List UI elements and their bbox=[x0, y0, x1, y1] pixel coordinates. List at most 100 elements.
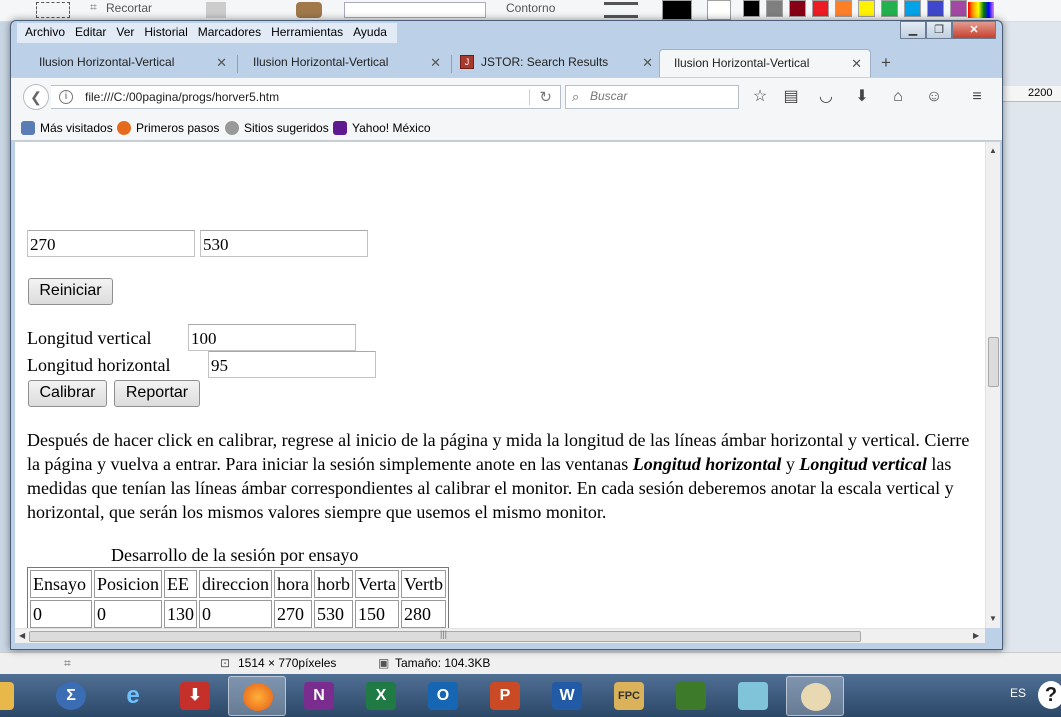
scroll-right-icon[interactable]: ▶ bbox=[973, 631, 979, 640]
downloads-icon[interactable]: ⬇ bbox=[851, 86, 873, 108]
menu-archivo[interactable]: Archivo bbox=[21, 24, 71, 42]
edit-colors-icon[interactable] bbox=[968, 2, 994, 18]
shapes-gallery-icon[interactable] bbox=[344, 2, 486, 18]
taskbar-firefox[interactable] bbox=[228, 676, 286, 716]
globe-icon bbox=[225, 121, 239, 135]
color-1-swatch[interactable] bbox=[662, 0, 692, 20]
tab-3[interactable]: J JSTOR: Search Results ✕ bbox=[451, 49, 661, 77]
taskbar-word[interactable]: W bbox=[538, 676, 596, 716]
calibrate-button[interactable]: Calibrar bbox=[28, 380, 107, 407]
taskbar-powerpoint[interactable]: P bbox=[476, 676, 534, 716]
report-button[interactable]: Reportar bbox=[114, 380, 200, 407]
palette-color-swatch[interactable] bbox=[743, 0, 760, 17]
bookmark-star-icon[interactable]: ☆ bbox=[749, 86, 771, 108]
color-2-swatch[interactable] bbox=[707, 0, 731, 20]
taskbar-downloader[interactable]: ⬇ bbox=[166, 676, 224, 716]
taskbar-fpc[interactable]: FPC bbox=[600, 676, 658, 716]
table-cell: 0 bbox=[30, 600, 92, 628]
reload-icon[interactable]: ↻ bbox=[539, 88, 552, 106]
palette-color-swatch[interactable] bbox=[950, 0, 967, 17]
taskbar-explorer[interactable] bbox=[0, 676, 28, 716]
palette-color-swatch[interactable] bbox=[789, 0, 806, 17]
taskbar-onenote[interactable]: N bbox=[290, 676, 348, 716]
palette-color-swatch[interactable] bbox=[835, 0, 852, 17]
taskbar-outlook[interactable]: O bbox=[414, 676, 472, 716]
coord-y-input[interactable] bbox=[200, 230, 368, 257]
back-arrow-icon[interactable]: ❮ bbox=[23, 84, 49, 110]
minimize-button[interactable]: ▁ bbox=[900, 21, 926, 39]
taskbar-app-notes[interactable] bbox=[724, 676, 782, 716]
vertical-scrollbar[interactable]: ▲ ▼ bbox=[985, 142, 1000, 628]
close-icon[interactable]: ✕ bbox=[642, 55, 653, 71]
horizontal-scroll-thumb[interactable]: ||| bbox=[29, 629, 861, 642]
powerpoint-icon: P bbox=[490, 682, 520, 710]
reading-list-icon[interactable]: ▤ bbox=[780, 86, 802, 108]
menu-ver[interactable]: Ver bbox=[112, 24, 140, 42]
tab-4-selected[interactable]: Ilusion Horizontal-Vertical ✕ bbox=[659, 49, 871, 77]
scroll-left-icon[interactable]: ◀ bbox=[19, 631, 25, 640]
tab-1[interactable]: Ilusion Horizontal-Vertical ✕ bbox=[25, 49, 235, 77]
size-tool-icon[interactable] bbox=[604, 2, 638, 18]
help-icon[interactable]: ? bbox=[1038, 681, 1061, 709]
search-bar[interactable]: ⌕ bbox=[565, 85, 739, 109]
horizontal-scrollbar[interactable]: ◀ ||| ▶ bbox=[15, 628, 985, 643]
bookmark-mas-visitados[interactable]: Más visitados bbox=[21, 121, 113, 135]
bookmark-yahoo[interactable]: Yahoo! México bbox=[333, 121, 431, 135]
crop-icon[interactable]: ⌗ bbox=[90, 0, 97, 15]
chat-icon[interactable]: ☺ bbox=[923, 86, 945, 108]
vertical-length-input[interactable] bbox=[188, 324, 356, 351]
scroll-up-icon[interactable]: ▲ bbox=[989, 146, 997, 155]
coord-x-input[interactable] bbox=[27, 230, 195, 257]
table-header-cell: EE bbox=[164, 570, 198, 598]
menu-herramientas[interactable]: Herramientas bbox=[267, 24, 349, 42]
maximize-button[interactable]: ❐ bbox=[926, 21, 952, 39]
instructions-paragraph: Después de hacer click en calibrar, regr… bbox=[27, 428, 979, 524]
home-icon[interactable]: ⌂ bbox=[887, 86, 909, 108]
hamburger-menu-icon[interactable]: ≡ bbox=[966, 86, 988, 108]
bookmark-label: Primeros pasos bbox=[136, 121, 220, 135]
select-tool-icon[interactable] bbox=[36, 2, 70, 18]
palette-color-swatch[interactable] bbox=[881, 0, 898, 17]
palette-color-swatch[interactable] bbox=[904, 0, 921, 17]
bookmark-sitios-sugeridos[interactable]: Sitios sugeridos bbox=[225, 121, 329, 135]
scroll-down-icon[interactable]: ▼ bbox=[989, 614, 997, 623]
menu-editar[interactable]: Editar bbox=[71, 24, 112, 42]
taskbar-math[interactable]: Σ bbox=[42, 676, 100, 716]
url-text[interactable]: file:///C:/00pagina/progs/horver5.htm bbox=[85, 90, 279, 104]
palette-color-swatch[interactable] bbox=[812, 0, 829, 17]
taskbar: Σ e ⬇ N X O P W FPC ES ? bbox=[0, 674, 1061, 717]
brush-tool-icon[interactable] bbox=[296, 2, 322, 18]
palette-color-swatch[interactable] bbox=[766, 0, 783, 17]
menu-ayuda[interactable]: Ayuda bbox=[349, 24, 393, 42]
outline-dropdown[interactable]: Contorno bbox=[506, 1, 555, 15]
tab-2[interactable]: Ilusion Horizontal-Vertical ✕ bbox=[239, 49, 449, 77]
pencil-tool-icon[interactable] bbox=[206, 2, 226, 18]
close-icon[interactable]: ✕ bbox=[216, 55, 227, 71]
tab-title: Ilusion Horizontal-Vertical bbox=[253, 55, 389, 69]
taskbar-ie[interactable]: e bbox=[104, 676, 162, 716]
language-indicator[interactable]: ES bbox=[1010, 686, 1026, 700]
info-icon[interactable]: i bbox=[59, 90, 73, 104]
taskbar-excel[interactable]: X bbox=[352, 676, 410, 716]
window-controls: ▁ ❐ ✕ bbox=[900, 21, 996, 39]
new-tab-icon[interactable]: + bbox=[881, 53, 891, 73]
pocket-icon[interactable]: ◡ bbox=[815, 86, 837, 108]
palette-color-swatch[interactable] bbox=[927, 0, 944, 17]
palette-color-swatch[interactable] bbox=[858, 0, 875, 17]
close-icon[interactable]: ✕ bbox=[430, 55, 441, 71]
taskbar-paint[interactable] bbox=[786, 676, 844, 716]
horizontal-length-input[interactable] bbox=[208, 351, 376, 378]
url-bar[interactable]: i file:///C:/00pagina/progs/horver5.htm … bbox=[51, 85, 561, 109]
bookmark-primeros-pasos[interactable]: Primeros pasos bbox=[117, 121, 219, 135]
reset-button[interactable]: Reiniciar bbox=[28, 278, 113, 305]
close-window-button[interactable]: ✕ bbox=[952, 21, 996, 39]
search-input[interactable] bbox=[590, 89, 730, 103]
vertical-scroll-thumb[interactable] bbox=[988, 337, 999, 387]
firefox-small-icon bbox=[117, 121, 131, 135]
tab-strip: Ilusion Horizontal-Vertical ✕ Ilusion Ho… bbox=[11, 47, 1002, 77]
menu-historial[interactable]: Historial bbox=[140, 24, 193, 42]
close-icon[interactable]: ✕ bbox=[851, 56, 862, 72]
crop-label[interactable]: Recortar bbox=[106, 1, 152, 15]
menu-marcadores[interactable]: Marcadores bbox=[194, 24, 267, 42]
taskbar-app-tree[interactable] bbox=[662, 676, 720, 716]
